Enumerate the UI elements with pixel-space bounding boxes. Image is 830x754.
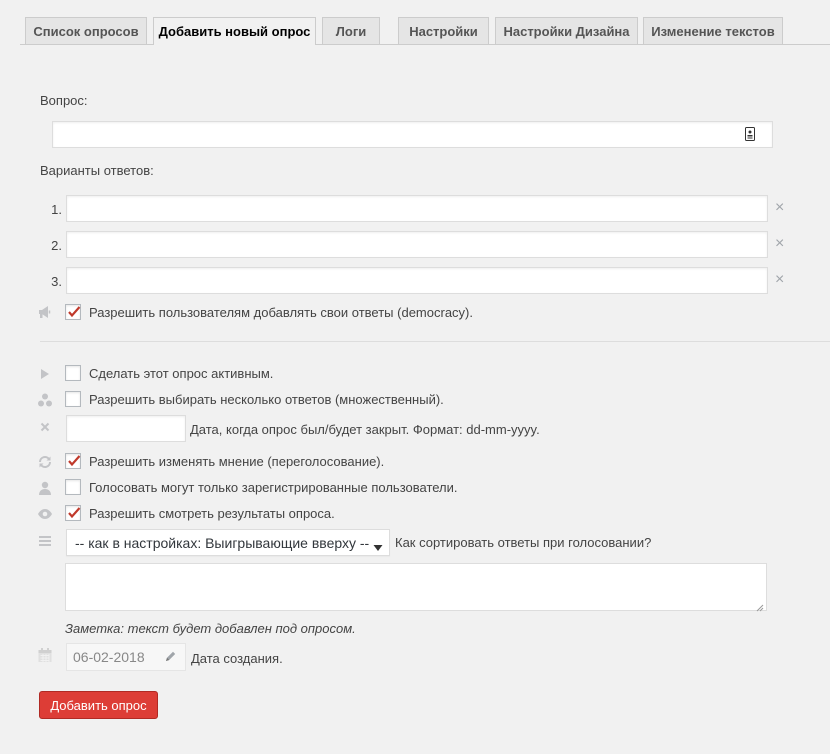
tab-add-new-poll[interactable]: Добавить новый опрос [153,17,316,45]
answer-number-1: 1. [51,202,62,217]
answer-number-3: 3. [51,274,62,289]
remove-answer-1-icon[interactable]: × [775,200,784,216]
question-input[interactable] [52,121,773,148]
pencil-icon[interactable] [164,650,177,666]
registered-only-label: Голосовать могут только зарегистрированн… [89,480,458,495]
show-results-checkbox[interactable] [65,505,81,521]
sort-order-selected: -- как в настройках: Выигрывающие вверху… [75,534,370,551]
democracy-checkbox[interactable] [65,304,81,320]
note-hint: Заметка: текст будет добавлен под опросо… [65,621,356,636]
tab-logs[interactable]: Логи [322,17,380,44]
close-date-icon [37,419,53,435]
close-date-input[interactable] [66,415,186,442]
remove-answer-3-icon[interactable]: × [775,272,784,288]
active-poll-label: Сделать этот опрос активным. [89,366,274,381]
note-textarea[interactable] [65,563,767,612]
megaphone-icon [37,304,53,320]
tab-edit-texts[interactable]: Изменение текстов [643,17,783,44]
add-poll-button[interactable]: Добавить опрос [39,691,158,719]
revote-checkbox[interactable] [65,453,81,469]
contact-card-icon [743,127,757,141]
play-icon [37,366,53,382]
answer-input-2[interactable] [66,231,768,258]
creation-date-input: 06-02-2018 [66,643,186,671]
sort-order-label: Как сортировать ответы при голосовании? [395,535,652,550]
revote-label: Разрешить изменять мнение (переголосован… [89,454,385,469]
answer-input-1[interactable] [66,195,768,222]
registered-only-checkbox[interactable] [65,479,81,495]
tab-settings[interactable]: Настройки [398,17,489,44]
chevron-down-icon [373,539,383,555]
active-poll-checkbox[interactable] [65,365,81,381]
remove-answer-2-icon[interactable]: × [775,236,784,252]
tab-design-settings[interactable]: Настройки Дизайна [495,17,638,44]
creation-date-value: 06-02-2018 [73,649,145,665]
menu-lines-icon [37,533,53,549]
democracy-label: Разрешить пользователям добавлять свои о… [89,305,473,320]
tab-poll-list[interactable]: Список опросов [25,17,147,44]
sort-order-select[interactable]: -- как в настройках: Выигрывающие вверху… [66,529,390,556]
creation-date-label: Дата создания. [191,651,283,666]
multiple-icon [37,392,53,408]
answer-number-2: 2. [51,238,62,253]
multiple-answers-label: Разрешить выбирать несколько ответов (мн… [89,392,444,407]
show-results-label: Разрешить смотреть результаты опроса. [89,506,335,521]
revote-icon [37,454,53,470]
tabs-baseline [20,44,830,45]
user-icon [37,480,53,496]
eye-icon [37,506,53,522]
question-label: Вопрос: [40,93,88,108]
answers-label: Варианты ответов: [40,163,154,178]
close-date-label: Дата, когда опрос был/будет закрыт. Форм… [190,422,540,437]
resize-handle-icon[interactable] [756,600,764,612]
calendar-icon [37,647,53,663]
multiple-answers-checkbox[interactable] [65,391,81,407]
section-divider [40,341,830,342]
answer-input-3[interactable] [66,267,768,294]
